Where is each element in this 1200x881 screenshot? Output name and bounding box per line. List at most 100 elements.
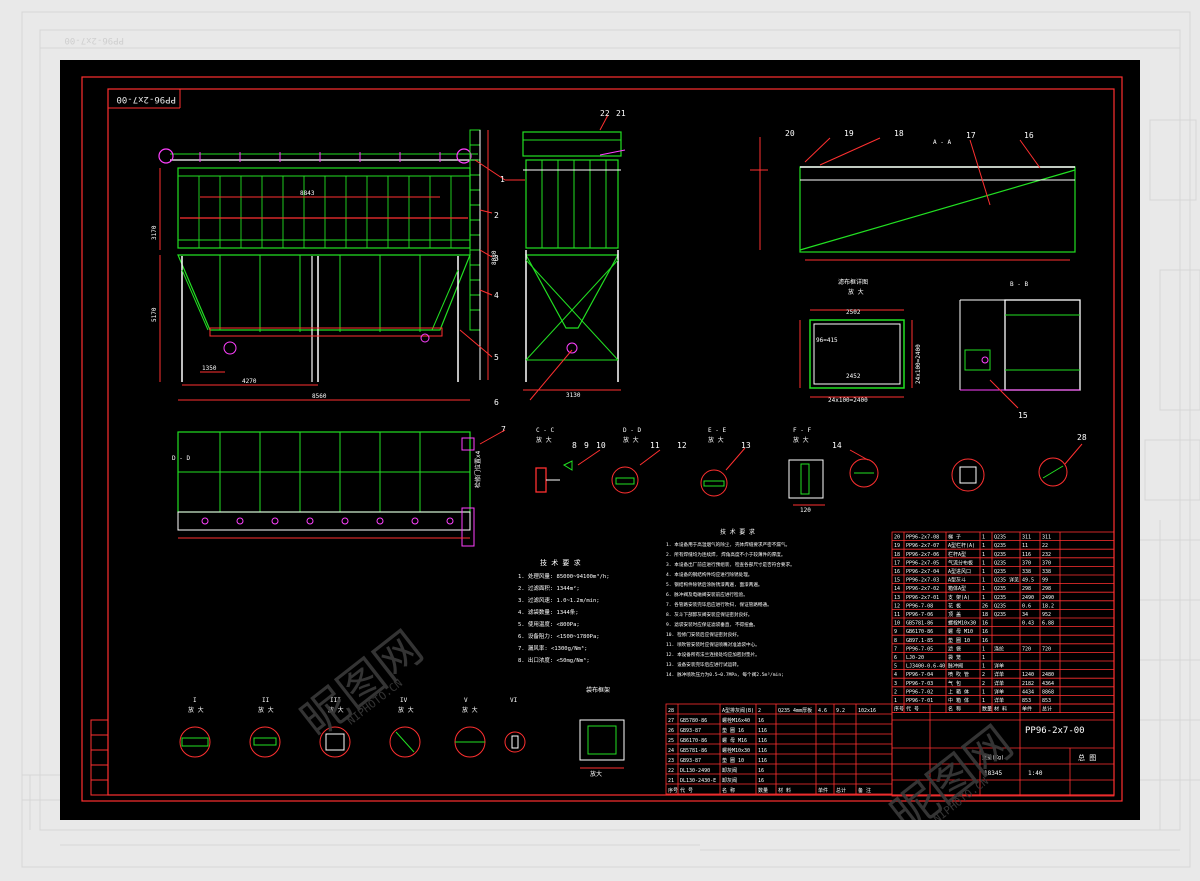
- bom-top-header-cell: 材 料: [994, 706, 1007, 713]
- bom-top-cell: 喷 吹 管: [948, 671, 969, 678]
- bom-top-cell: 详单: [994, 671, 1004, 678]
- bom-top-cell: 中 箱 体: [948, 697, 969, 704]
- bom-top-cell: GB6170-86: [906, 629, 933, 635]
- bom-top-cell: 19: [894, 543, 900, 549]
- bom-top-cell: 栏杆A型: [948, 551, 966, 558]
- part-19: 19: [844, 129, 854, 138]
- bom-top-cell: 1: [982, 646, 985, 652]
- bom-top-cell: Q235: [994, 569, 1006, 575]
- bom-top-cell: LJ3400-0.6-40: [906, 664, 945, 670]
- section-e-e-scale: 放 大: [708, 436, 724, 444]
- tech-req-1-line: 8. 出口浓度: <50mg/Nm³;: [518, 656, 590, 664]
- bom-top-cell: 0.43: [1022, 621, 1034, 627]
- bom-top-cell: 顶 盖: [948, 611, 961, 618]
- tech-req-2-line: 10. 检修门安装后应保证密封良好。: [666, 631, 741, 638]
- detail-scale: 放 大: [848, 288, 864, 296]
- tech-requirements-2: 技 术 要 求 1. 本设备用于高温烟气的除尘, 壳体焊缝要求严密不漏气。 2.…: [666, 528, 795, 678]
- detail-sections-labels: C - C 放 大 D - D 放 大 E - E 放 大 F - F 放 大 …: [536, 427, 1087, 514]
- bom-bottom-cell: 22: [668, 768, 674, 774]
- bottom-details: [179, 719, 625, 769]
- bom-bottom-cell: 28: [668, 708, 674, 714]
- bom-top-cell: 1240: [1022, 672, 1034, 678]
- bom-top-cell: A型栏杆(A): [948, 542, 975, 549]
- tech-req-1-line: 1. 处理风量: 85000~94100m³/h;: [518, 572, 610, 580]
- detail-ii-title: II: [262, 697, 270, 704]
- bom-top-cell: 49.5: [1022, 578, 1034, 584]
- tech-req-1-line: 3. 过滤风速: 1.0~1.2m/min;: [518, 596, 600, 604]
- bom-top-cell: 116: [1022, 552, 1031, 558]
- section-c-c-title: C - C: [536, 427, 554, 434]
- bom-top-cell: 0.6: [1022, 603, 1031, 609]
- bom-bottom-cell: 27: [668, 718, 674, 724]
- bom-top-cell: 2490: [1042, 595, 1054, 601]
- bom-top-cell: 脉冲阀: [948, 663, 963, 670]
- tech-req-1-line: 7. 漏风率: <1300g/Nm³;: [518, 644, 587, 652]
- bom-top-cell: Q235: [994, 560, 1006, 566]
- plan-view: [177, 429, 506, 547]
- bom-top-cell: Q235: [994, 612, 1006, 618]
- bom-top-cell: 2182: [1022, 681, 1034, 687]
- bom-bottom-cell: 116: [758, 748, 767, 754]
- bom-bottom-cell: 4.6: [818, 708, 827, 714]
- bom-top-cell: 853: [1042, 698, 1051, 704]
- tech-req-2-line: 14. 脉冲喷吹压力为0.5~0.7MPa, 每个阀2.5m³/min;: [666, 671, 784, 678]
- part-28: 28: [1077, 433, 1087, 442]
- bom-top-cell: 298: [1042, 586, 1051, 592]
- bom-top-cell: 垫 圈 10: [948, 637, 970, 644]
- bottom-details-labels: I 放 大 II 放 大 III 放 大 IV 放 大 V 放 大 VI 袋布框…: [188, 686, 610, 778]
- bom-bottom-header-cell: 总计: [836, 787, 846, 794]
- bom-top-cell: PP96-2x7-05: [906, 560, 939, 566]
- cad-canvas: PP96-2x7-00 8843 8560 4270 1350 3170 517…: [81, 76, 1123, 820]
- bom-top-cell: 26: [982, 603, 988, 609]
- bom-top-cell: PP96-7-03: [906, 681, 933, 687]
- bom-top-cell: 5: [894, 664, 897, 670]
- bom-top-cell: GB5781-86: [906, 621, 933, 627]
- bom-top-cell: 7: [894, 646, 897, 652]
- bom-top-cell: 853: [1022, 698, 1031, 704]
- bom-top-cell: A型灰斗: [948, 577, 966, 584]
- part-4: 4: [494, 291, 499, 300]
- tech-req-1-line: 4. 滤袋数量: 1344条;: [518, 608, 579, 616]
- bom-top-cell: 详单: [994, 663, 1004, 670]
- bom-top-header-cell: 总计: [1042, 706, 1052, 713]
- bom-bottom-cell: 螺 母 M16: [722, 737, 747, 744]
- bom-bottom-header-cell: 名 称: [722, 787, 735, 794]
- bom-top-cell: 1: [982, 578, 985, 584]
- bom-top-cell: 气流分布板: [948, 559, 973, 566]
- bom-top-cell: 1: [982, 595, 985, 601]
- bom-top-cell: 11: [1022, 543, 1028, 549]
- detail-iv-scale: 放 大: [398, 706, 414, 714]
- part-15: 15: [1018, 411, 1028, 420]
- bom-bottom-cell: 螺栓M10x30: [722, 747, 750, 754]
- bom-top-cell: PP96-2x7-08: [906, 535, 939, 541]
- part-2: 2: [494, 211, 499, 220]
- bom-bottom-table: 28 A型排灰阀(B) 2 Q235 4mm厚板 4.6 9.2 102x16 27 GB578…: [665, 703, 893, 795]
- bom-top-cell: 1: [982, 698, 985, 704]
- dim-bottom-height: 5170: [151, 307, 158, 322]
- bom-top-cell: PP96-2x7-04: [906, 569, 939, 575]
- title-block-scale: 1:40: [1028, 770, 1043, 777]
- tech-req-2-line: 9. 滤袋安装时应保证滤袋垂直, 不得扭曲。: [666, 621, 758, 628]
- bom-top-cell: 1: [982, 586, 985, 592]
- bom-top-cell: 1: [982, 569, 985, 575]
- bom-top-cell: 涤纶: [994, 645, 1004, 652]
- bom-bottom-cell: 116: [758, 728, 767, 734]
- bom-bottom-cell: Q235 4mm厚板: [778, 707, 812, 714]
- bom-top-cell: 2: [982, 672, 985, 678]
- bom-bottom-cell: GB6170-86: [680, 738, 707, 744]
- bom-top-cell: PP96-7-02: [906, 689, 933, 695]
- bom-top-cell: PP96-2x7-02: [906, 586, 939, 592]
- bom-bottom-cell: 16: [758, 718, 764, 724]
- detail-iv-title: IV: [400, 697, 408, 704]
- bom-top-cell: 16: [982, 621, 988, 627]
- tech-req-2-line: 7. 各管路安装完毕后应进行吹扫, 保证管路畅通。: [666, 601, 772, 608]
- tech-req-2-line: 11. 喷吹管安装时应保证喷嘴对准滤袋中心。: [666, 641, 760, 648]
- bom-top-cell: LJ0-20: [906, 655, 924, 661]
- bom-top-cell: Q235: [994, 595, 1006, 601]
- filter-frame-labels: 滤布框详图 放 大 2502 2452 24x100=2400 96=415 2…: [816, 278, 922, 404]
- part-3: 3: [494, 254, 499, 263]
- bom-top-cell: 298: [1022, 586, 1031, 592]
- dim-section-width-top: 2502: [846, 309, 861, 316]
- section-d-d-scale: 放 大: [623, 436, 639, 444]
- bom-top-cell: 12: [894, 603, 900, 609]
